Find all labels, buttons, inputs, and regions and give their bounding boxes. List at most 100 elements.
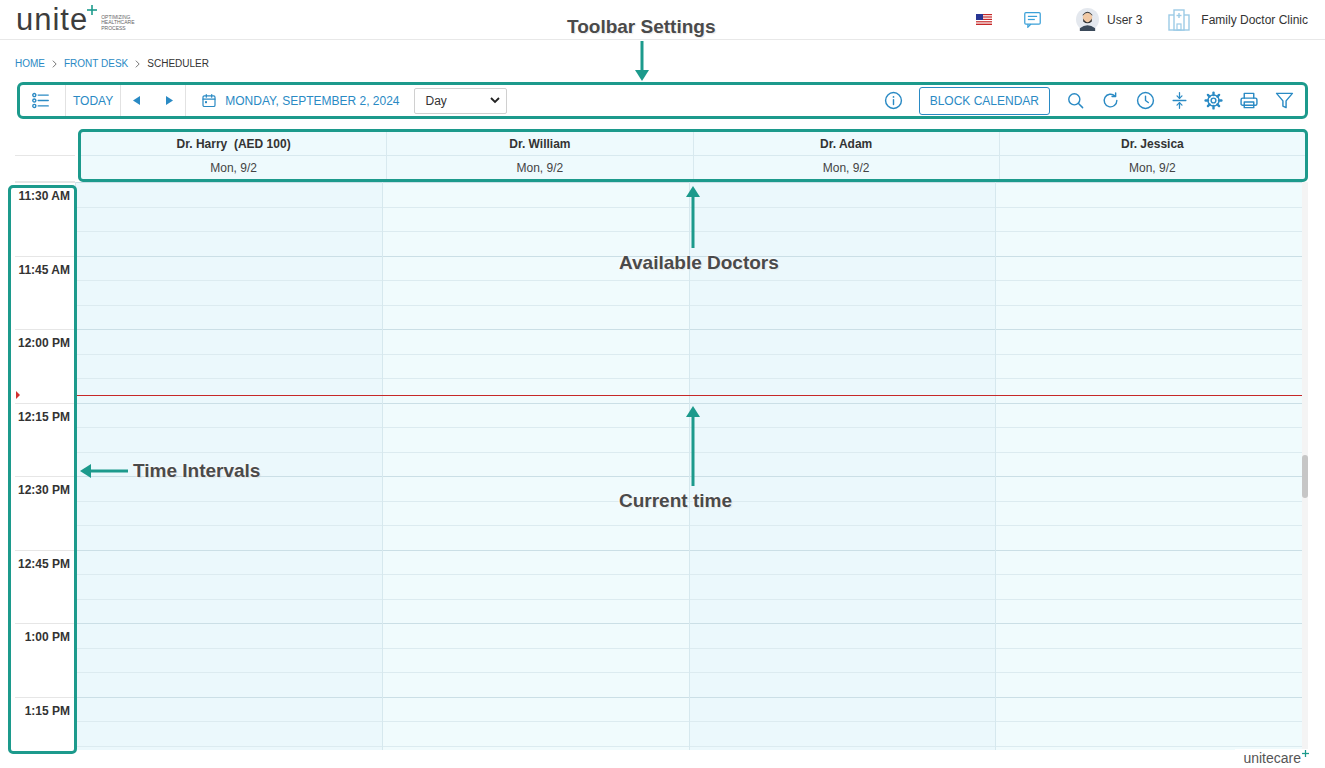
breadcrumb-item[interactable]: HOME xyxy=(15,58,45,70)
time-slot-cell[interactable] xyxy=(996,256,1302,281)
time-slot-cell[interactable] xyxy=(76,623,382,648)
time-slot-cell[interactable] xyxy=(690,648,996,673)
time-slot-cell[interactable] xyxy=(996,329,1302,354)
doctor-column-header[interactable]: Dr. AdamMon, 9/2 xyxy=(693,132,999,179)
time-slot-cell[interactable] xyxy=(76,525,382,550)
time-slot-cell[interactable] xyxy=(383,378,689,403)
clinic-selector[interactable]: Family Doctor Clinic xyxy=(1167,9,1308,31)
time-slot-cell[interactable] xyxy=(690,697,996,722)
time-slot-cell[interactable] xyxy=(383,574,689,599)
view-select[interactable]: Day xyxy=(414,88,507,114)
doctor-column-header[interactable]: Dr. WilliamMon, 9/2 xyxy=(386,132,692,179)
gear-icon[interactable] xyxy=(1204,91,1223,110)
time-slot-cell[interactable] xyxy=(690,746,996,751)
print-icon[interactable] xyxy=(1239,91,1259,110)
time-slot-cell[interactable] xyxy=(383,305,689,330)
time-slot-cell[interactable] xyxy=(996,427,1302,452)
time-slot-cell[interactable] xyxy=(996,207,1302,232)
time-slot-cell[interactable] xyxy=(690,599,996,624)
time-slot-cell[interactable] xyxy=(690,550,996,575)
time-slot-cell[interactable] xyxy=(383,697,689,722)
time-slot-cell[interactable] xyxy=(383,599,689,624)
time-slot-cell[interactable] xyxy=(690,427,996,452)
time-slot-cell[interactable] xyxy=(76,354,382,379)
time-slot-cell[interactable] xyxy=(690,378,996,403)
time-slot-cell[interactable] xyxy=(383,207,689,232)
time-slot-cell[interactable] xyxy=(383,403,689,428)
time-slot-cell[interactable] xyxy=(383,746,689,751)
us-flag-icon[interactable] xyxy=(976,14,992,25)
doctor-column-header[interactable]: Dr. Harry (AED 100)Mon, 9/2 xyxy=(81,132,386,179)
time-slot-cell[interactable] xyxy=(996,354,1302,379)
time-slot-cell[interactable] xyxy=(996,280,1302,305)
time-slot-cell[interactable] xyxy=(996,452,1302,477)
doctor-column-header[interactable]: Dr. JessicaMon, 9/2 xyxy=(999,132,1305,179)
time-slot-cell[interactable] xyxy=(383,550,689,575)
chat-icon[interactable] xyxy=(1023,11,1042,28)
time-slot-cell[interactable] xyxy=(76,648,382,673)
logo[interactable]: uniteOPTIMIZING HEALTHCARE PROCESS xyxy=(16,4,135,36)
search-icon[interactable] xyxy=(1066,91,1085,110)
time-slot-cell[interactable] xyxy=(383,329,689,354)
time-slot-cell[interactable] xyxy=(690,721,996,746)
time-slot-cell[interactable] xyxy=(76,329,382,354)
time-slot-cell[interactable] xyxy=(690,525,996,550)
time-slot-cell[interactable] xyxy=(690,305,996,330)
time-slot-cell[interactable] xyxy=(690,354,996,379)
clock-icon[interactable] xyxy=(1136,91,1155,110)
time-slot-cell[interactable] xyxy=(690,501,996,526)
time-slot-cell[interactable] xyxy=(76,280,382,305)
time-slot-cell[interactable] xyxy=(690,574,996,599)
time-slot-cell[interactable] xyxy=(690,182,996,207)
time-slot-cell[interactable] xyxy=(996,672,1302,697)
time-slot-cell[interactable] xyxy=(383,672,689,697)
time-slot-cell[interactable] xyxy=(76,501,382,526)
time-slot-cell[interactable] xyxy=(996,305,1302,330)
time-slot-cell[interactable] xyxy=(996,574,1302,599)
time-slot-cell[interactable] xyxy=(383,525,689,550)
time-slot-cell[interactable] xyxy=(383,452,689,477)
time-slot-cell[interactable] xyxy=(996,648,1302,673)
filter-icon[interactable] xyxy=(1275,91,1294,110)
time-slot-cell[interactable] xyxy=(383,648,689,673)
time-slot-cell[interactable] xyxy=(996,623,1302,648)
time-slot-cell[interactable] xyxy=(383,354,689,379)
time-slot-cell[interactable] xyxy=(996,231,1302,256)
time-slot-cell[interactable] xyxy=(996,697,1302,722)
time-slot-cell[interactable] xyxy=(690,207,996,232)
info-icon[interactable] xyxy=(884,91,903,110)
time-slot-cell[interactable] xyxy=(383,623,689,648)
time-slot-cell[interactable] xyxy=(76,697,382,722)
time-slot-cell[interactable] xyxy=(76,672,382,697)
time-slot-cell[interactable] xyxy=(690,623,996,648)
time-slot-cell[interactable] xyxy=(690,452,996,477)
time-slot-cell[interactable] xyxy=(690,280,996,305)
time-slot-cell[interactable] xyxy=(76,182,382,207)
time-slot-cell[interactable] xyxy=(76,599,382,624)
block-calendar-button[interactable]: BLOCK CALENDAR xyxy=(919,87,1050,115)
time-slot-cell[interactable] xyxy=(690,476,996,501)
time-slot-cell[interactable] xyxy=(690,403,996,428)
time-slot-cell[interactable] xyxy=(690,672,996,697)
time-slot-cell[interactable] xyxy=(690,329,996,354)
time-slot-cell[interactable] xyxy=(996,525,1302,550)
time-slot-cell[interactable] xyxy=(76,746,382,751)
time-slot-cell[interactable] xyxy=(996,599,1302,624)
time-slot-cell[interactable] xyxy=(996,721,1302,746)
time-slot-cell[interactable] xyxy=(76,231,382,256)
refresh-icon[interactable] xyxy=(1101,91,1120,110)
time-slot-cell[interactable] xyxy=(690,231,996,256)
time-slot-cell[interactable] xyxy=(383,182,689,207)
user-menu[interactable]: User 3 xyxy=(1076,8,1142,31)
time-slot-cell[interactable] xyxy=(383,280,689,305)
breadcrumb-item[interactable]: FRONT DESK xyxy=(64,58,128,70)
time-slot-cell[interactable] xyxy=(996,476,1302,501)
time-slot-cell[interactable] xyxy=(76,305,382,330)
next-button[interactable] xyxy=(152,96,185,105)
today-button[interactable]: TODAY xyxy=(66,94,120,108)
scrollbar[interactable] xyxy=(1302,182,1308,750)
time-slot-cell[interactable] xyxy=(76,427,382,452)
time-slot-cell[interactable] xyxy=(996,182,1302,207)
time-slot-cell[interactable] xyxy=(76,378,382,403)
time-slot-cell[interactable] xyxy=(996,403,1302,428)
